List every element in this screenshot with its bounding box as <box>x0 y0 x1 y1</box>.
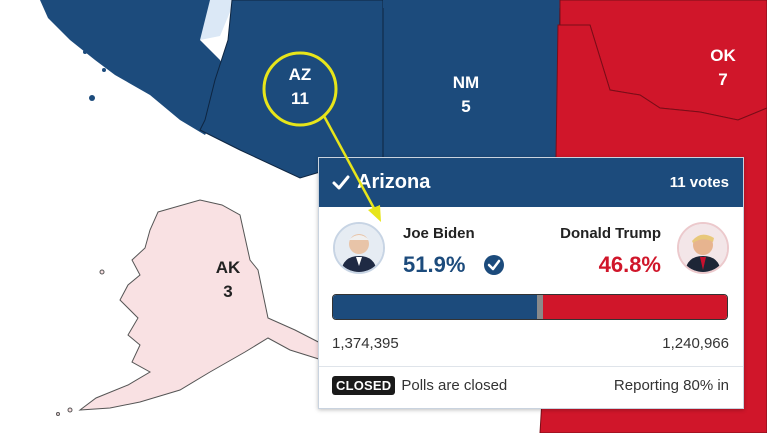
trump-percent: 46.8% <box>598 252 661 277</box>
status-badge: CLOSED <box>332 376 396 395</box>
california-region[interactable] <box>40 0 232 135</box>
trump-portrait-icon <box>677 222 729 274</box>
reporting-text: Reporting 80% in <box>613 377 729 394</box>
popup-divider <box>319 366 743 367</box>
state-label-ok-abbr: OK <box>710 46 736 65</box>
state-label-ak-abbr: AK <box>216 258 241 277</box>
colorado-region[interactable] <box>383 0 560 8</box>
state-label-nm-abbr: NM <box>453 73 479 92</box>
popup-state-name: Arizona <box>357 171 431 193</box>
biden-name: Joe Biden <box>403 225 475 242</box>
vote-share-dem <box>333 295 538 319</box>
state-result-popup: Arizona 11 votes Joe Biden 51.9% Donald … <box>318 157 744 409</box>
popup-footer: CLOSED Polls are closed Reporting 80% in <box>332 376 729 395</box>
popup-header: Arizona 11 votes <box>319 158 743 207</box>
state-label-nm-ev: 5 <box>461 97 470 116</box>
alaska-state[interactable] <box>78 199 331 411</box>
trump-name: Donald Trump <box>560 225 661 242</box>
state-label-ok-ev: 7 <box>718 70 727 89</box>
biden-portrait-icon <box>333 222 385 274</box>
electoral-votes-label: 11 votes <box>669 174 729 191</box>
status-text: Polls are closed <box>401 377 508 394</box>
biden-vote-count: 1,374,395 <box>332 335 399 352</box>
check-icon <box>332 175 350 189</box>
biden-percent: 51.9% <box>403 252 466 277</box>
winner-check-icon <box>484 255 504 275</box>
state-label-az-abbr: AZ <box>289 65 312 84</box>
state-label-ak-ev: 3 <box>223 282 232 301</box>
trump-vote-count: 1,240,966 <box>662 335 729 352</box>
vote-share-bar <box>332 294 728 320</box>
vote-share-rep <box>542 295 727 319</box>
state-label-az-ev: 11 <box>291 89 309 108</box>
